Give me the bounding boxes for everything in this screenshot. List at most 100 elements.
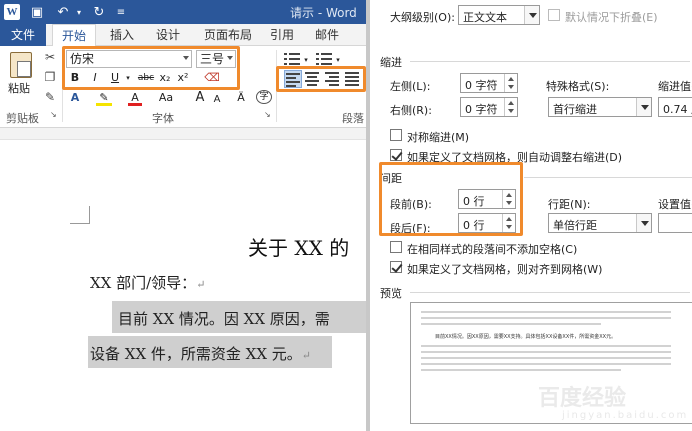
align-right-button[interactable] bbox=[324, 70, 342, 88]
indent-section-title: 缩进 bbox=[380, 56, 402, 69]
bullets-dropdown-icon[interactable]: ▾ bbox=[302, 52, 310, 68]
superscript-button[interactable]: x² bbox=[176, 70, 190, 86]
paragraph-mark: ↵ bbox=[196, 278, 206, 291]
tab-page-layout[interactable]: 页面布局 bbox=[198, 24, 258, 46]
right-indent-value: 0 字符 bbox=[465, 103, 498, 116]
line-spacing-at-field[interactable] bbox=[658, 213, 692, 233]
text-effects-icon[interactable]: A bbox=[68, 90, 82, 106]
document-salutation: XX 部门/领导：↵ bbox=[90, 272, 205, 293]
strikethrough-button[interactable]: abc bbox=[136, 70, 156, 86]
tab-references[interactable]: 引用 bbox=[266, 24, 298, 46]
font-size-combo[interactable]: 三号 bbox=[196, 50, 236, 68]
divider bbox=[524, 177, 692, 178]
right-indent-stepper[interactable]: 0 字符 bbox=[460, 97, 518, 117]
tab-home[interactable]: 开始 bbox=[52, 24, 96, 47]
auto-adjust-right-indent-label: 如果定义了文档网格，则自动调整右缩进(D) bbox=[407, 151, 623, 164]
collapse-by-default-checkbox[interactable] bbox=[548, 9, 560, 21]
paste-icon[interactable] bbox=[10, 52, 32, 78]
no-space-same-style-checkbox[interactable] bbox=[390, 241, 402, 253]
salutation-text: XX 部门/领导： bbox=[90, 274, 197, 292]
spin-down-icon[interactable] bbox=[506, 225, 512, 229]
left-indent-stepper[interactable]: 0 字符 bbox=[460, 73, 518, 93]
shrink-font-button[interactable]: A bbox=[212, 92, 222, 108]
spin-up-icon[interactable] bbox=[508, 101, 514, 105]
preview-line bbox=[421, 369, 621, 371]
tab-design[interactable]: 设计 bbox=[150, 24, 186, 46]
enclose-characters-icon[interactable]: 字 bbox=[256, 90, 272, 104]
space-after-stepper[interactable]: 0 行 bbox=[458, 213, 516, 233]
space-before-stepper[interactable]: 0 行 bbox=[458, 189, 516, 209]
outline-level-value: 正文文本 bbox=[463, 11, 507, 24]
tab-file[interactable]: 文件 bbox=[0, 24, 46, 46]
special-format-select[interactable]: 首行缩进 bbox=[548, 97, 652, 117]
auto-adjust-right-indent-checkbox[interactable] bbox=[390, 149, 402, 161]
document-heading: 关于 XX 的 bbox=[248, 236, 350, 260]
chevron-down-icon[interactable] bbox=[636, 214, 651, 232]
ruler bbox=[0, 128, 370, 140]
preview-line bbox=[421, 317, 671, 319]
italic-button[interactable]: I bbox=[88, 70, 102, 86]
cut-icon[interactable]: ✂ bbox=[42, 50, 58, 64]
spin-up-icon[interactable] bbox=[506, 193, 512, 197]
grow-font-button[interactable]: A bbox=[194, 90, 206, 106]
subscript-button[interactable]: x₂ bbox=[158, 70, 172, 86]
document-body-line-1: 目前 XX 情况。因 XX 原因，需 bbox=[118, 310, 330, 328]
preview-line bbox=[421, 357, 671, 359]
snap-to-grid-label: 如果定义了文档网格，则对齐到网格(W) bbox=[407, 263, 603, 276]
line-spacing-select[interactable]: 单倍行距 bbox=[548, 213, 652, 233]
outline-level-select[interactable]: 正文文本 bbox=[458, 5, 540, 25]
tab-mailings[interactable]: 邮件 bbox=[310, 24, 344, 46]
underline-button[interactable]: U bbox=[108, 70, 122, 86]
clipboard-launcher-icon[interactable]: ↘ bbox=[50, 110, 57, 119]
underline-dropdown-icon[interactable]: ▾ bbox=[124, 70, 132, 86]
font-launcher-icon[interactable]: ↘ bbox=[264, 110, 271, 119]
clear-formatting-icon[interactable]: ⌫ bbox=[204, 70, 220, 86]
align-left-icon bbox=[286, 73, 302, 87]
collapse-by-default-label: 默认情况下折叠(E) bbox=[565, 11, 658, 24]
font-color-icon[interactable]: A bbox=[128, 90, 142, 106]
mirror-indents-label: 对称缩进(M) bbox=[407, 131, 470, 144]
preview-line bbox=[421, 351, 671, 353]
format-painter-icon[interactable]: ✎ bbox=[42, 90, 58, 104]
highlight-color-icon[interactable]: ✎ bbox=[96, 90, 112, 106]
spin-down-icon[interactable] bbox=[508, 85, 514, 89]
watermark-text: 百度经验 bbox=[538, 386, 627, 411]
preview-line bbox=[421, 311, 671, 313]
redo-icon[interactable]: ↻ bbox=[90, 3, 108, 21]
chevron-down-icon[interactable] bbox=[227, 56, 233, 60]
customize-quick-access-icon[interactable]: ≡ bbox=[112, 3, 130, 21]
snap-to-grid-checkbox[interactable] bbox=[390, 261, 402, 273]
bullets-icon[interactable] bbox=[284, 52, 300, 66]
space-after-value: 0 行 bbox=[463, 219, 485, 232]
spin-up-icon[interactable] bbox=[506, 217, 512, 221]
special-format-label: 特殊格式(S): bbox=[546, 80, 610, 93]
indent-by-field[interactable]: 0.74 厘 bbox=[658, 97, 692, 117]
spin-down-icon[interactable] bbox=[508, 109, 514, 113]
chevron-down-icon[interactable] bbox=[524, 6, 539, 24]
save-icon[interactable]: ▣ bbox=[28, 3, 46, 21]
copy-icon[interactable]: ❐ bbox=[42, 70, 58, 84]
spin-down-icon[interactable] bbox=[506, 201, 512, 205]
bold-button[interactable]: B bbox=[68, 70, 82, 86]
undo-dropdown-icon[interactable]: ▾ bbox=[70, 3, 88, 21]
chevron-down-icon[interactable] bbox=[636, 98, 651, 116]
document-title: 请示 - Word bbox=[290, 6, 357, 20]
preview-line bbox=[421, 363, 671, 365]
align-left-button[interactable] bbox=[284, 70, 302, 88]
change-case-button[interactable]: Aa bbox=[156, 90, 176, 106]
special-format-value: 首行缩进 bbox=[553, 103, 597, 116]
align-center-button[interactable] bbox=[304, 70, 322, 88]
mirror-indents-checkbox[interactable] bbox=[390, 129, 402, 141]
tab-insert[interactable]: 插入 bbox=[104, 24, 140, 46]
spin-up-icon[interactable] bbox=[508, 77, 514, 81]
numbering-icon[interactable] bbox=[316, 52, 332, 66]
font-name-combo[interactable]: 仿宋 bbox=[66, 50, 192, 68]
numbering-dropdown-icon[interactable]: ▾ bbox=[334, 52, 342, 68]
chevron-down-icon[interactable] bbox=[183, 56, 189, 60]
phonetic-guide-icon[interactable]: Ä bbox=[234, 90, 248, 106]
crop-mark bbox=[70, 206, 90, 224]
paste-button-label[interactable]: 粘贴 bbox=[8, 80, 30, 96]
watermark-url: jingyan.baidu.com bbox=[562, 410, 689, 421]
group-label-clipboard: 剪贴板 bbox=[6, 112, 39, 125]
justify-button[interactable] bbox=[344, 70, 362, 88]
